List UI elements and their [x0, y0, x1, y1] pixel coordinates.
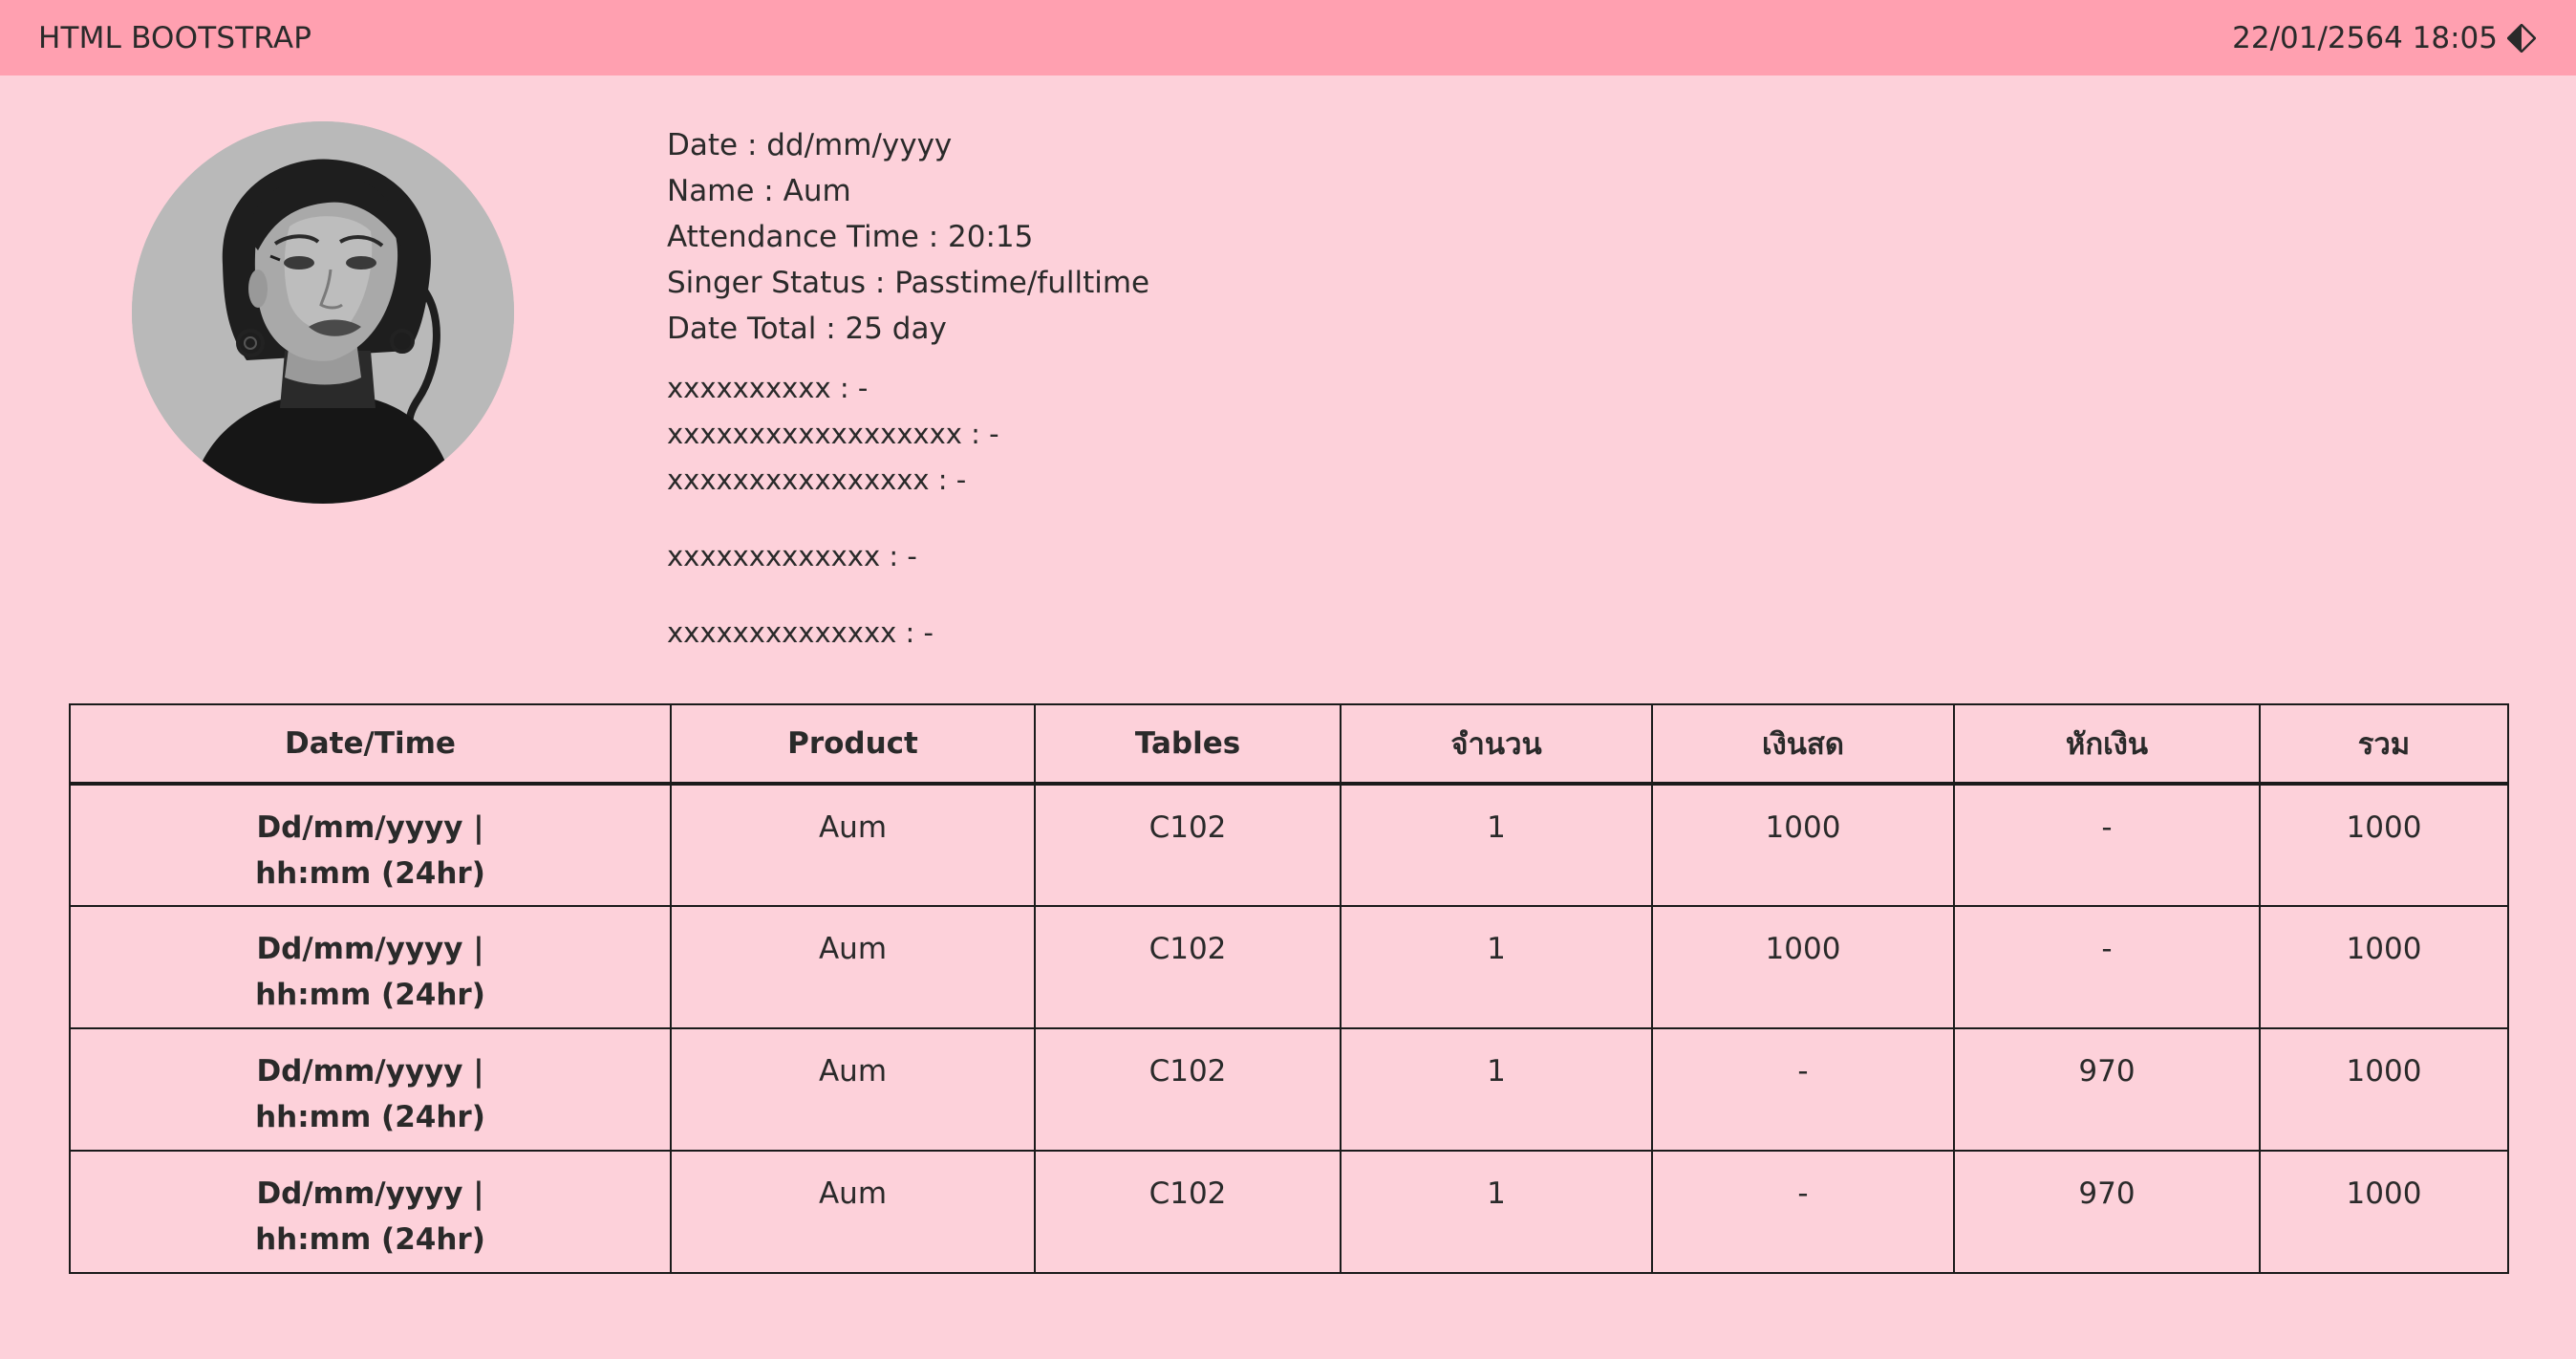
- cell-deduction: -: [1953, 905, 2261, 1029]
- table-row: Dd/mm/yyyy | hh:mm (24hr) Aum C102 1 - 97…: [69, 1027, 2509, 1152]
- name-line: Name : Aum: [667, 174, 851, 208]
- sales-table-container: Date/Time Product Tables จำนวน เงินสด หั…: [69, 703, 2509, 1274]
- cell-total: 1000: [2259, 1150, 2509, 1274]
- extra-line: xxxxxxxxxxxxxxxxxx : -: [667, 418, 999, 450]
- cell-product: Aum: [670, 1027, 1036, 1152]
- column-header-cash: เงินสด: [1651, 703, 1955, 786]
- navbar-right: 22/01/2564 18:05: [2232, 21, 2538, 55]
- cell-deduction: 970: [1953, 1150, 2261, 1274]
- cell-quantity: 1: [1340, 783, 1653, 907]
- cell-product: Aum: [670, 1150, 1036, 1274]
- column-header-datetime: Date/Time: [69, 703, 672, 786]
- cell-quantity: 1: [1340, 1150, 1653, 1274]
- cell-time: hh:mm (24hr): [255, 856, 485, 891]
- table-header-row: Date/Time Product Tables จำนวน เงินสด หั…: [69, 703, 2509, 786]
- extra-line: xxxxxxxxxxxxxx : -: [667, 616, 934, 649]
- table-row: Dd/mm/yyyy | hh:mm (24hr) Aum C102 1 1000…: [69, 783, 2509, 907]
- cell-tables: C102: [1034, 1150, 1342, 1274]
- table-row: Dd/mm/yyyy | hh:mm (24hr) Aum C102 1 - 97…: [69, 1150, 2509, 1274]
- cell-deduction: 970: [1953, 1027, 2261, 1152]
- cell-date: Dd/mm/yyyy |: [256, 932, 484, 966]
- date-line: Date : dd/mm/yyyy: [667, 128, 953, 162]
- cell-cash: 1000: [1651, 783, 1955, 907]
- cell-tables: C102: [1034, 783, 1342, 907]
- profile-info: Date : dd/mm/yyyy Name : Aum Attendance …: [667, 122, 1149, 656]
- column-header-quantity: จำนวน: [1340, 703, 1653, 786]
- extra-line: xxxxxxxxxxxxx : -: [667, 540, 917, 572]
- cell-time: hh:mm (24hr): [255, 1222, 485, 1257]
- profile-avatar: [132, 121, 514, 504]
- cell-time: hh:mm (24hr): [255, 1100, 485, 1134]
- cell-total: 1000: [2259, 905, 2509, 1029]
- circle-half-icon[interactable]: [2505, 22, 2538, 54]
- cell-time: hh:mm (24hr): [255, 978, 485, 1012]
- cell-total: 1000: [2259, 1027, 2509, 1152]
- cell-date: Dd/mm/yyyy |: [256, 1054, 484, 1089]
- date-total-line: Date Total : 25 day: [667, 312, 947, 346]
- top-navbar: HTML BOOTSTRAP 22/01/2564 18:05: [0, 0, 2576, 76]
- cell-date: Dd/mm/yyyy |: [256, 1176, 484, 1211]
- navbar-brand[interactable]: HTML BOOTSTRAP: [38, 21, 311, 55]
- cell-quantity: 1: [1340, 1027, 1653, 1152]
- cell-product: Aum: [670, 783, 1036, 907]
- extra-details-group-2: xxxxxxxxxxxxx : -: [667, 533, 1149, 579]
- attendance-time-line: Attendance Time : 20:15: [667, 220, 1034, 254]
- column-header-total: รวม: [2259, 703, 2509, 786]
- current-datetime: 22/01/2564 18:05: [2232, 20, 2498, 55]
- column-header-tables: Tables: [1034, 703, 1342, 786]
- cell-deduction: -: [1953, 783, 2261, 907]
- cell-tables: C102: [1034, 905, 1342, 1029]
- cell-cash: 1000: [1651, 905, 1955, 1029]
- extra-details-group-3: xxxxxxxxxxxxxx : -: [667, 610, 1149, 656]
- extra-details-group-1: xxxxxxxxxx : - xxxxxxxxxxxxxxxxxx : - xx…: [667, 365, 1149, 503]
- cell-datetime: Dd/mm/yyyy | hh:mm (24hr): [69, 783, 672, 907]
- table-row: Dd/mm/yyyy | hh:mm (24hr) Aum C102 1 1000…: [69, 905, 2509, 1029]
- cell-datetime: Dd/mm/yyyy | hh:mm (24hr): [69, 1027, 672, 1152]
- cell-total: 1000: [2259, 783, 2509, 907]
- cell-product: Aum: [670, 905, 1036, 1029]
- column-header-deduction: หักเงิน: [1953, 703, 2261, 786]
- extra-line: xxxxxxxxxxxxxxxx : -: [667, 464, 967, 496]
- cell-quantity: 1: [1340, 905, 1653, 1029]
- singer-status-line: Singer Status : Passtime/fulltime: [667, 266, 1150, 300]
- sales-table: Date/Time Product Tables จำนวน เงินสด หั…: [69, 703, 2509, 1274]
- extra-line: xxxxxxxxxx : -: [667, 372, 869, 404]
- cell-datetime: Dd/mm/yyyy | hh:mm (24hr): [69, 1150, 672, 1274]
- cell-date: Dd/mm/yyyy |: [256, 810, 484, 845]
- cell-tables: C102: [1034, 1027, 1342, 1152]
- cell-cash: -: [1651, 1150, 1955, 1274]
- profile-details: Date : dd/mm/yyyy Name : Aum Attendance …: [667, 122, 1149, 352]
- cell-datetime: Dd/mm/yyyy | hh:mm (24hr): [69, 905, 672, 1029]
- column-header-product: Product: [670, 703, 1036, 786]
- cell-cash: -: [1651, 1027, 1955, 1152]
